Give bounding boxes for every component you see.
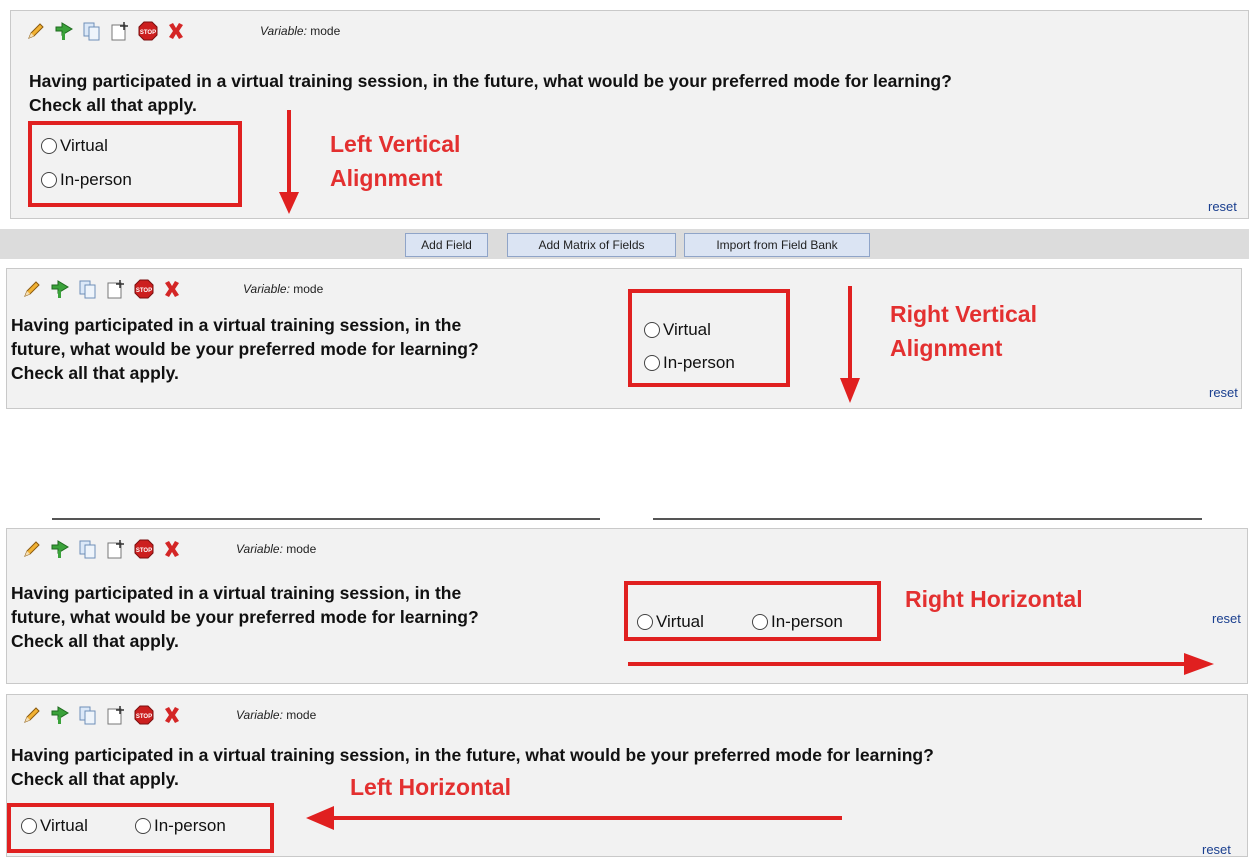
highlight-box — [28, 121, 242, 207]
add-matrix-button[interactable]: Add Matrix of Fields — [507, 233, 676, 257]
delete-icon[interactable] — [161, 704, 183, 726]
reset-link[interactable]: reset — [1209, 385, 1238, 400]
arrow-down — [840, 286, 860, 403]
question-line-1: Having participated in a virtual trainin… — [11, 315, 462, 335]
variable-name: mode — [293, 282, 324, 296]
pencil-icon[interactable] — [21, 278, 43, 300]
move-icon[interactable] — [109, 20, 131, 42]
field-toolbar: STOP — [21, 703, 183, 727]
divider-line — [52, 518, 600, 520]
annotation-line-1: Left Vertical — [330, 131, 461, 157]
import-field-bank-button[interactable]: Import from Field Bank — [684, 233, 870, 257]
annotation-line-1: Right Vertical — [890, 301, 1037, 327]
branching-icon[interactable] — [49, 278, 71, 300]
arrow-down — [279, 110, 299, 214]
variable-name: mode — [286, 542, 317, 556]
branching-icon[interactable] — [53, 20, 75, 42]
branching-icon[interactable] — [49, 704, 71, 726]
stop-icon[interactable]: STOP — [133, 278, 155, 300]
delete-icon[interactable] — [161, 538, 183, 560]
add-field-button[interactable]: Add Field — [405, 233, 488, 257]
move-icon[interactable] — [105, 278, 127, 300]
highlight-box — [624, 581, 881, 641]
pencil-icon[interactable] — [21, 538, 43, 560]
reset-link[interactable]: reset — [1202, 842, 1231, 857]
pencil-icon[interactable] — [25, 20, 47, 42]
highlight-box — [7, 803, 274, 853]
annotation-line-2: Alignment — [890, 335, 1003, 361]
annotation-left-horizontal: Left Horizontal — [350, 770, 511, 804]
svg-text:STOP: STOP — [136, 714, 152, 720]
variable-label: Variable: mode — [236, 708, 316, 722]
copy-icon[interactable] — [77, 278, 99, 300]
reset-link[interactable]: reset — [1212, 611, 1241, 626]
question-line-1: Having participated in a virtual trainin… — [11, 745, 934, 765]
pencil-icon[interactable] — [21, 704, 43, 726]
field-toolbar: STOP — [21, 277, 183, 301]
stop-icon[interactable]: STOP — [133, 538, 155, 560]
question-text: Having participated in a virtual trainin… — [29, 69, 952, 117]
delete-icon[interactable] — [161, 278, 183, 300]
question-text: Having participated in a virtual trainin… — [11, 313, 611, 385]
variable-label: Variable: mode — [243, 282, 323, 296]
question-text: Having participated in a virtual trainin… — [11, 581, 611, 653]
stop-icon[interactable]: STOP — [133, 704, 155, 726]
stop-icon[interactable]: STOP — [137, 20, 159, 42]
annotation-line-2: Alignment — [330, 165, 443, 191]
arrow-left — [306, 806, 842, 830]
variable-prefix: Variable: — [236, 542, 283, 556]
question-line-2: future, what would be your preferred mod… — [11, 607, 479, 627]
variable-label: Variable: mode — [260, 24, 340, 38]
move-icon[interactable] — [105, 538, 127, 560]
divider-line — [653, 518, 1202, 520]
copy-icon[interactable] — [77, 704, 99, 726]
delete-icon[interactable] — [165, 20, 187, 42]
variable-name: mode — [286, 708, 317, 722]
annotation-line-1: Right Horizontal — [905, 586, 1083, 612]
question-line-3: Check all that apply. — [11, 363, 179, 383]
add-field-bar: Add Field Add Matrix of Fields Import fr… — [0, 229, 1249, 259]
branching-icon[interactable] — [49, 538, 71, 560]
question-line-2: Check all that apply. — [29, 95, 197, 115]
svg-text:STOP: STOP — [136, 288, 152, 294]
move-icon[interactable] — [105, 704, 127, 726]
svg-text:STOP: STOP — [140, 30, 156, 36]
highlight-box — [628, 289, 790, 387]
reset-link[interactable]: reset — [1208, 199, 1237, 214]
arrow-right — [628, 653, 1214, 675]
variable-name: mode — [310, 24, 341, 38]
annotation-left-vertical: Left Vertical Alignment — [330, 127, 460, 195]
question-line-1: Having participated in a virtual trainin… — [29, 71, 952, 91]
annotation-right-horizontal: Right Horizontal — [905, 582, 1083, 616]
question-line-1: Having participated in a virtual trainin… — [11, 583, 462, 603]
question-line-3: Check all that apply. — [11, 631, 179, 651]
field-toolbar: STOP — [25, 19, 187, 43]
svg-text:STOP: STOP — [136, 548, 152, 554]
variable-label: Variable: mode — [236, 542, 316, 556]
question-line-2: future, what would be your preferred mod… — [11, 339, 479, 359]
copy-icon[interactable] — [77, 538, 99, 560]
annotation-right-vertical: Right Vertical Alignment — [890, 297, 1037, 365]
field-toolbar: STOP — [21, 537, 183, 561]
variable-prefix: Variable: — [260, 24, 307, 38]
variable-prefix: Variable: — [236, 708, 283, 722]
annotation-line-1: Left Horizontal — [350, 774, 511, 800]
variable-prefix: Variable: — [243, 282, 290, 296]
field-panel-right-vertical: STOP Variable: mode Having participated … — [6, 268, 1242, 409]
copy-icon[interactable] — [81, 20, 103, 42]
